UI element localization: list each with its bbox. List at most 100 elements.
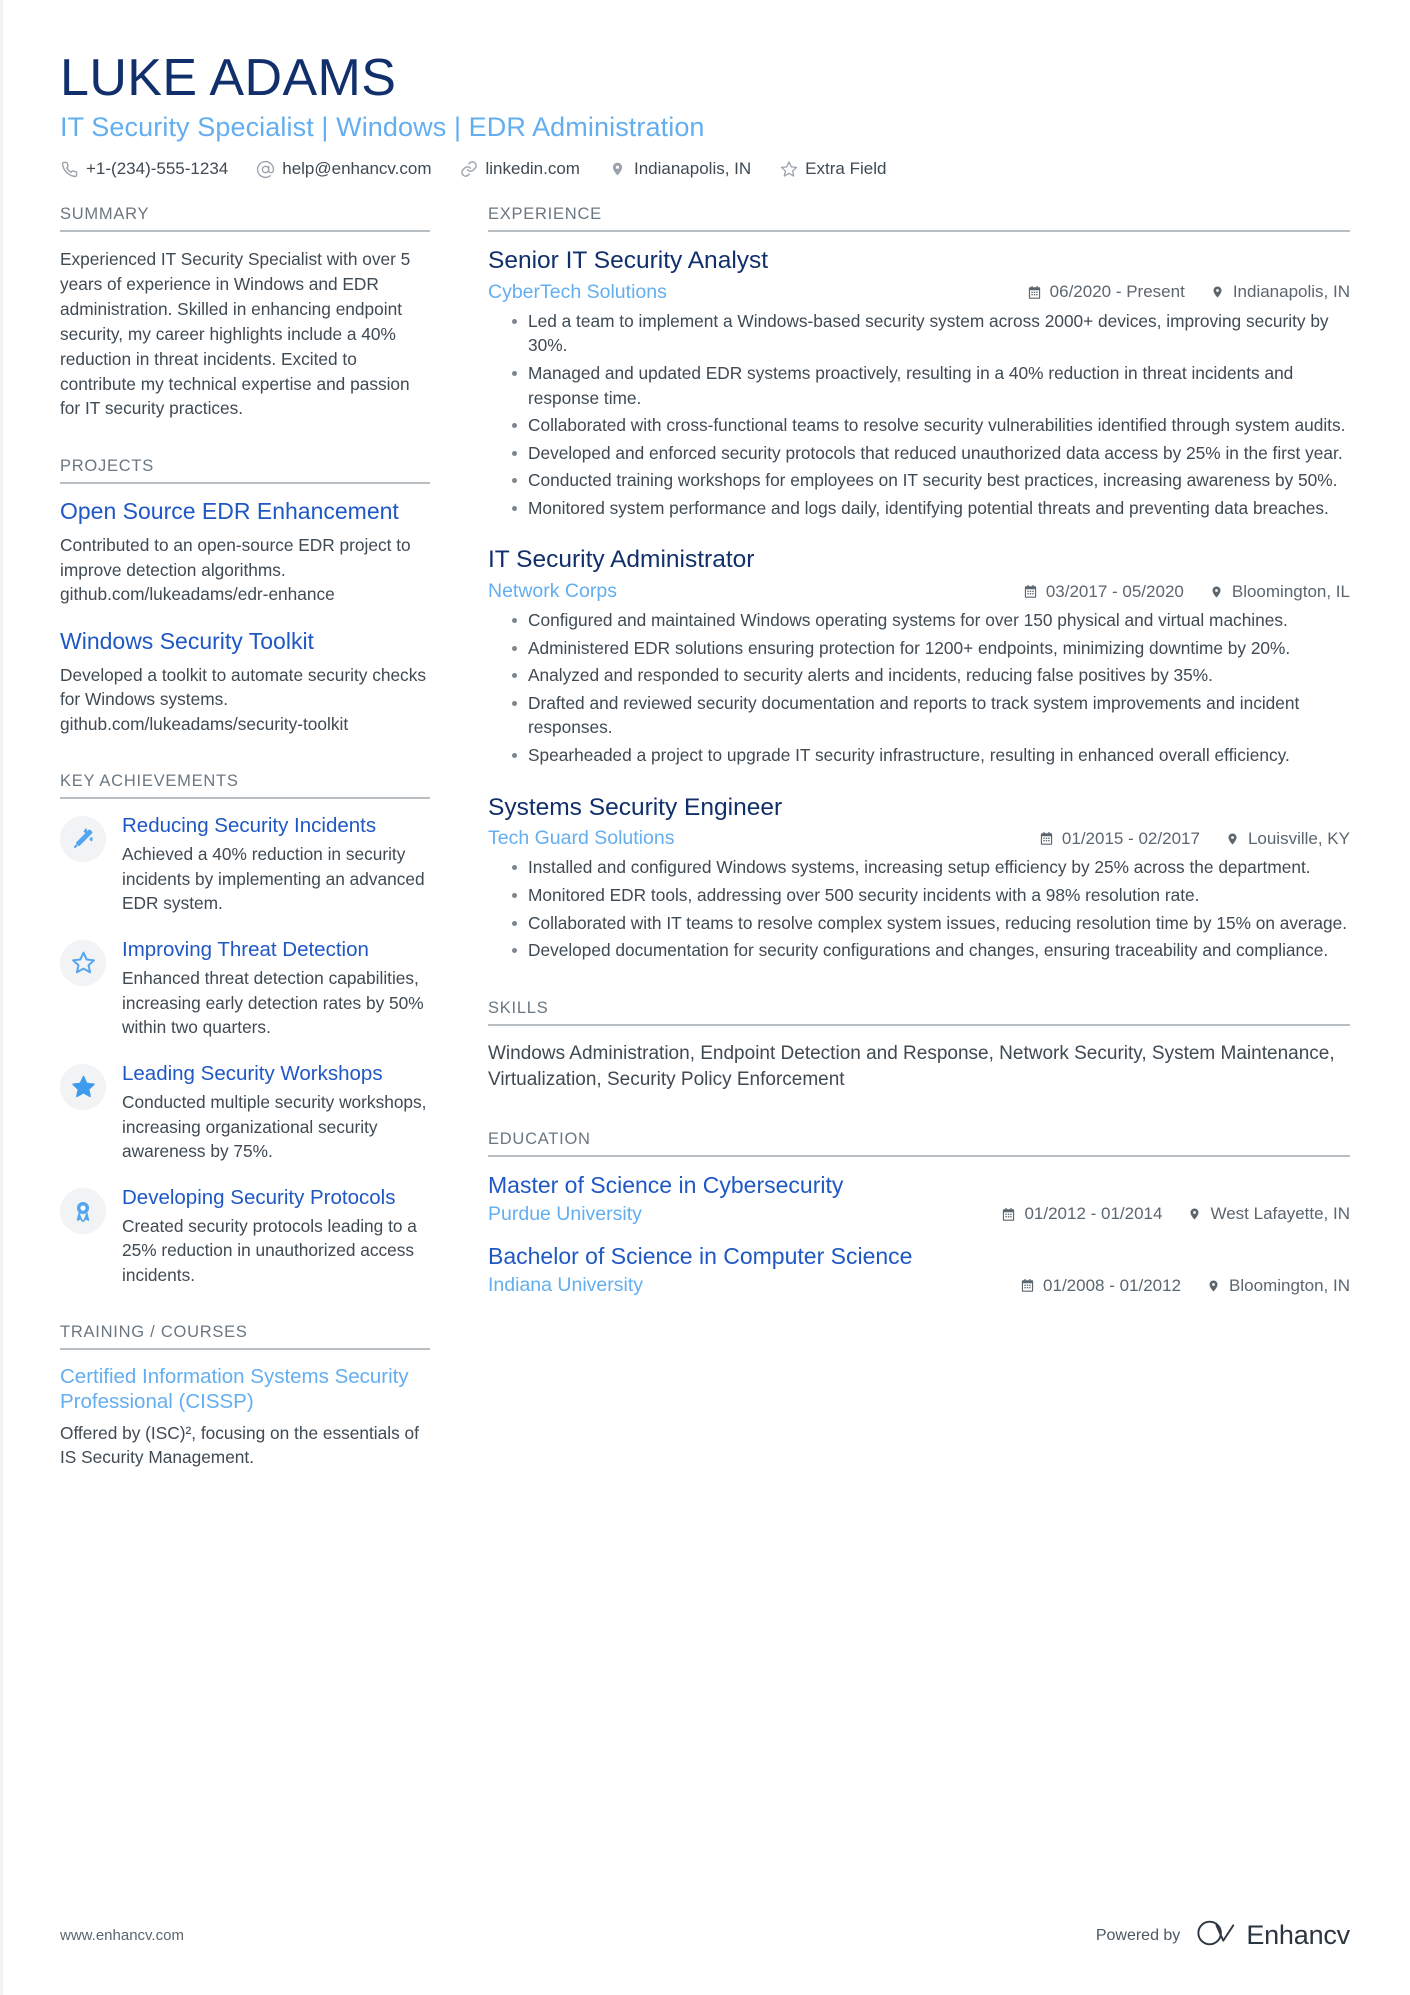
job-bullets: Led a team to implement a Windows-based … [488, 309, 1350, 520]
section-projects-rule [60, 482, 430, 485]
achievement-item: Improving Threat Detection Enhanced thre… [60, 938, 430, 1040]
achievement-item: Leading Security Workshops Conducted mul… [60, 1062, 430, 1164]
achievement-item: Reducing Security Incidents Achieved a 4… [60, 814, 430, 916]
contact-email[interactable]: help@enhancv.com [256, 159, 431, 179]
job-bullet: Collaborated with IT teams to resolve co… [510, 911, 1350, 936]
education-degree: Bachelor of Science in Computer Science [488, 1242, 913, 1269]
training-description: Offered by (ISC)², focusing on the essen… [60, 1422, 419, 1468]
contact-linkedin-text: linkedin.com [485, 159, 580, 179]
link-icon [459, 160, 478, 179]
job-bullet: Administered EDR solutions ensuring prot… [510, 636, 1350, 661]
achievement-description: Achieved a 40% reduction in security inc… [122, 844, 425, 914]
job-bullet: Led a team to implement a Windows-based … [510, 309, 1350, 358]
job-date: 01/2015 - 02/2017 [1038, 829, 1200, 849]
contact-email-text: help@enhancv.com [282, 159, 432, 179]
page-footer: www.enhancv.com Powered by Enhancv [60, 1918, 1350, 1953]
location-icon [1209, 284, 1226, 301]
candidate-headline: IT Security Specialist | Windows | EDR A… [60, 112, 705, 143]
experience-item: Systems Security Engineer Tech Guard Sol… [488, 794, 1350, 963]
right-column: EXPERIENCE Senior IT Security Analyst Cy… [460, 205, 1350, 1303]
contact-extra-field-text: Extra Field [805, 159, 887, 179]
enhancv-logo: Enhancv [1196, 1918, 1350, 1953]
section-projects-title: PROJECTS [60, 457, 155, 476]
project-description: Contributed to an open-source EDR projec… [60, 535, 411, 605]
education-location-text: Bloomington, IN [1229, 1275, 1350, 1295]
section-training-title: TRAINING / COURSES [60, 1323, 248, 1342]
education-location: West Lafayette, IN [1186, 1204, 1350, 1224]
section-education: EDUCATION Master of Science in Cybersecu… [488, 1130, 1350, 1297]
job-location: Indianapolis, IN [1209, 282, 1350, 302]
job-company: CyberTech Solutions [488, 280, 667, 303]
star-icon [779, 160, 798, 179]
star-outline-icon [60, 939, 106, 986]
job-bullet: Developed documentation for security con… [510, 938, 1350, 963]
job-meta: CyberTech Solutions 06/2020 - Present In… [488, 281, 1350, 304]
job-date: 06/2020 - Present [1026, 282, 1185, 302]
achievement-name: Improving Threat Detection [122, 937, 369, 961]
section-summary-title: SUMMARY [60, 205, 150, 224]
job-location: Louisville, KY [1224, 829, 1350, 849]
section-experience: EXPERIENCE Senior IT Security Analyst Cy… [488, 205, 1350, 963]
summary-text: Experienced IT Security Specialist with … [60, 249, 411, 419]
email-icon [256, 160, 275, 179]
left-column: SUMMARY Experienced IT Security Speciali… [60, 205, 460, 1476]
job-location-text: Bloomington, IL [1231, 581, 1350, 601]
education-date: 01/2012 - 01/2014 [1000, 1204, 1162, 1224]
project-name[interactable]: Open Source EDR Enhancement [60, 499, 430, 525]
calendar-icon [1038, 830, 1055, 847]
job-date-text: 03/2017 - 05/2020 [1045, 581, 1184, 601]
training-name[interactable]: Certified Information Systems Security P… [60, 1365, 430, 1414]
section-education-title: EDUCATION [488, 1129, 591, 1148]
award-ribbon-icon [60, 1187, 106, 1234]
achievement-description: Conducted multiple security workshops, i… [122, 1092, 427, 1162]
page-edge-bar [0, 0, 14, 1995]
job-bullet: Monitored EDR tools, addressing over 500… [510, 883, 1350, 908]
magic-wand-icon [60, 816, 106, 863]
achievement-description: Created security protocols leading to a … [122, 1215, 417, 1285]
job-bullet: Installed and configured Windows systems… [510, 855, 1350, 880]
education-location: Bloomington, IN [1205, 1276, 1350, 1296]
education-school: Purdue University [488, 1202, 642, 1225]
job-bullet: Managed and updated EDR systems proactiv… [510, 361, 1350, 410]
footer-url[interactable]: www.enhancv.com [60, 1927, 184, 1944]
education-date-text: 01/2008 - 01/2012 [1043, 1275, 1182, 1295]
contact-location-text: Indianapolis, IN [633, 159, 752, 179]
training-item: Certified Information Systems Security P… [60, 1365, 430, 1469]
achievement-description: Enhanced threat detection capabilities, … [122, 968, 424, 1038]
education-meta: Indiana University 01/2008 - 01/2012 Blo… [488, 1274, 1350, 1297]
calendar-icon [1026, 284, 1043, 301]
education-item: Master of Science in Cybersecurity Purdu… [488, 1172, 1350, 1226]
job-bullet: Conducted training workshops for employe… [510, 468, 1350, 493]
calendar-icon [1019, 1277, 1036, 1294]
contact-linkedin[interactable]: linkedin.com [459, 159, 580, 179]
achievement-body: Leading Security Workshops Conducted mul… [122, 1062, 430, 1164]
resume-header: LUKE ADAMS IT Security Specialist | Wind… [0, 0, 1410, 179]
achievement-list: Reducing Security Incidents Achieved a 4… [60, 814, 430, 1287]
section-projects: PROJECTS Open Source EDR Enhancement Con… [60, 457, 430, 736]
education-item: Bachelor of Science in Computer Science … [488, 1243, 1350, 1297]
job-role: IT Security Administrator [488, 546, 755, 574]
job-company: Tech Guard Solutions [488, 827, 675, 850]
education-location-text: West Lafayette, IN [1210, 1204, 1350, 1224]
skills-text: Windows Administration, Endpoint Detecti… [488, 1042, 1335, 1091]
job-role: Senior IT Security Analyst [488, 247, 769, 275]
job-bullets: Installed and configured Windows systems… [488, 855, 1350, 962]
location-icon [1186, 1206, 1203, 1223]
calendar-icon [1022, 583, 1039, 600]
achievement-name: Developing Security Protocols [122, 1185, 396, 1209]
contact-row: +1-(234)-555-1234 help@enhancv.com linke… [60, 159, 1350, 179]
location-icon [1208, 583, 1225, 600]
contact-phone[interactable]: +1-(234)-555-1234 [60, 159, 228, 179]
education-date: 01/2008 - 01/2012 [1019, 1276, 1181, 1296]
project-name[interactable]: Windows Security Toolkit [60, 628, 430, 655]
job-bullet: Developed and enforced security protocol… [510, 441, 1350, 466]
enhancv-mark-icon [1196, 1918, 1236, 1953]
section-summary-rule [60, 230, 430, 233]
contact-phone-text: +1-(234)-555-1234 [86, 159, 229, 179]
candidate-name: LUKE ADAMS [60, 49, 397, 107]
powered-by-label: Powered by [1095, 1926, 1181, 1944]
education-meta: Purdue University 01/2012 - 01/2014 West… [488, 1203, 1350, 1226]
location-icon [608, 160, 627, 179]
